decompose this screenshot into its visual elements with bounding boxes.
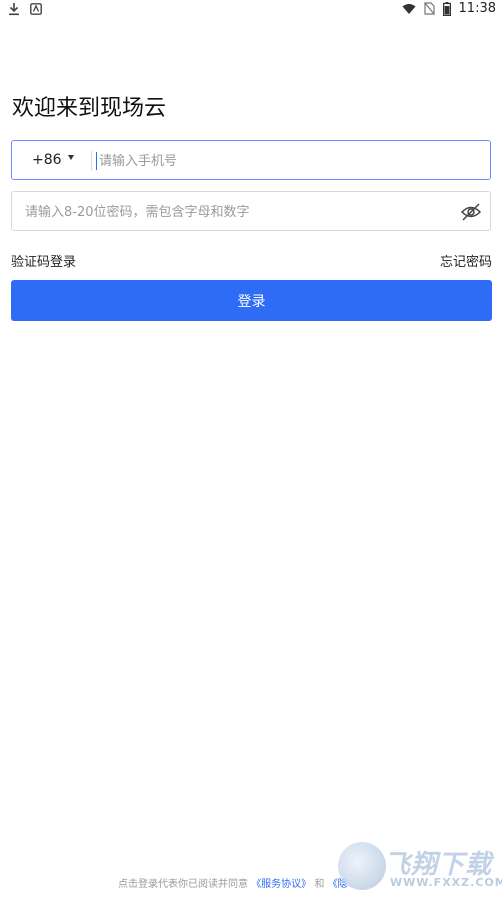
watermark-url: WWW.FXXZ.COM [390, 876, 502, 889]
status-time: 11:38 [458, 1, 496, 16]
forgot-password-link[interactable]: 忘记密码 [440, 251, 492, 270]
agreement-and: 和 [314, 879, 325, 890]
notification-icon [30, 3, 42, 15]
service-agreement-link[interactable]: 《服务协议》 [251, 879, 311, 890]
watermark: 飞翔下载 WWW.FXXZ.COM [338, 842, 502, 892]
agreement-prefix: 点击登录代表你已阅读并同意 [118, 879, 248, 890]
watermark-logo-icon [338, 842, 386, 890]
battery-icon [442, 1, 451, 16]
status-bar: 11:38 [0, 0, 502, 20]
no-sim-icon [423, 2, 435, 15]
sms-login-link[interactable]: 验证码登录 [11, 251, 76, 270]
download-icon [9, 3, 19, 16]
password-field [11, 191, 491, 231]
password-input[interactable] [25, 198, 445, 226]
field-divider [91, 151, 92, 171]
status-right: 11:38 [402, 1, 496, 16]
login-page: 11:38 欢迎来到现场云 +86 验证码登录 忘记密码 登录 点击登录代表你已… [0, 0, 502, 900]
page-title: 欢迎来到现场云 [12, 96, 167, 121]
text-caret [96, 152, 97, 170]
wifi-icon [402, 3, 416, 14]
phone-input[interactable] [99, 147, 479, 175]
status-left [8, 2, 42, 16]
agreement-notice: 点击登录代表你已阅读并同意 《服务协议》 和 《隐 [118, 875, 348, 890]
login-button[interactable]: 登录 [11, 280, 492, 321]
country-code-selector[interactable]: +86 [32, 152, 62, 168]
eye-off-icon[interactable] [460, 202, 482, 222]
chevron-down-icon[interactable] [68, 155, 74, 160]
phone-field: +86 [11, 140, 491, 180]
